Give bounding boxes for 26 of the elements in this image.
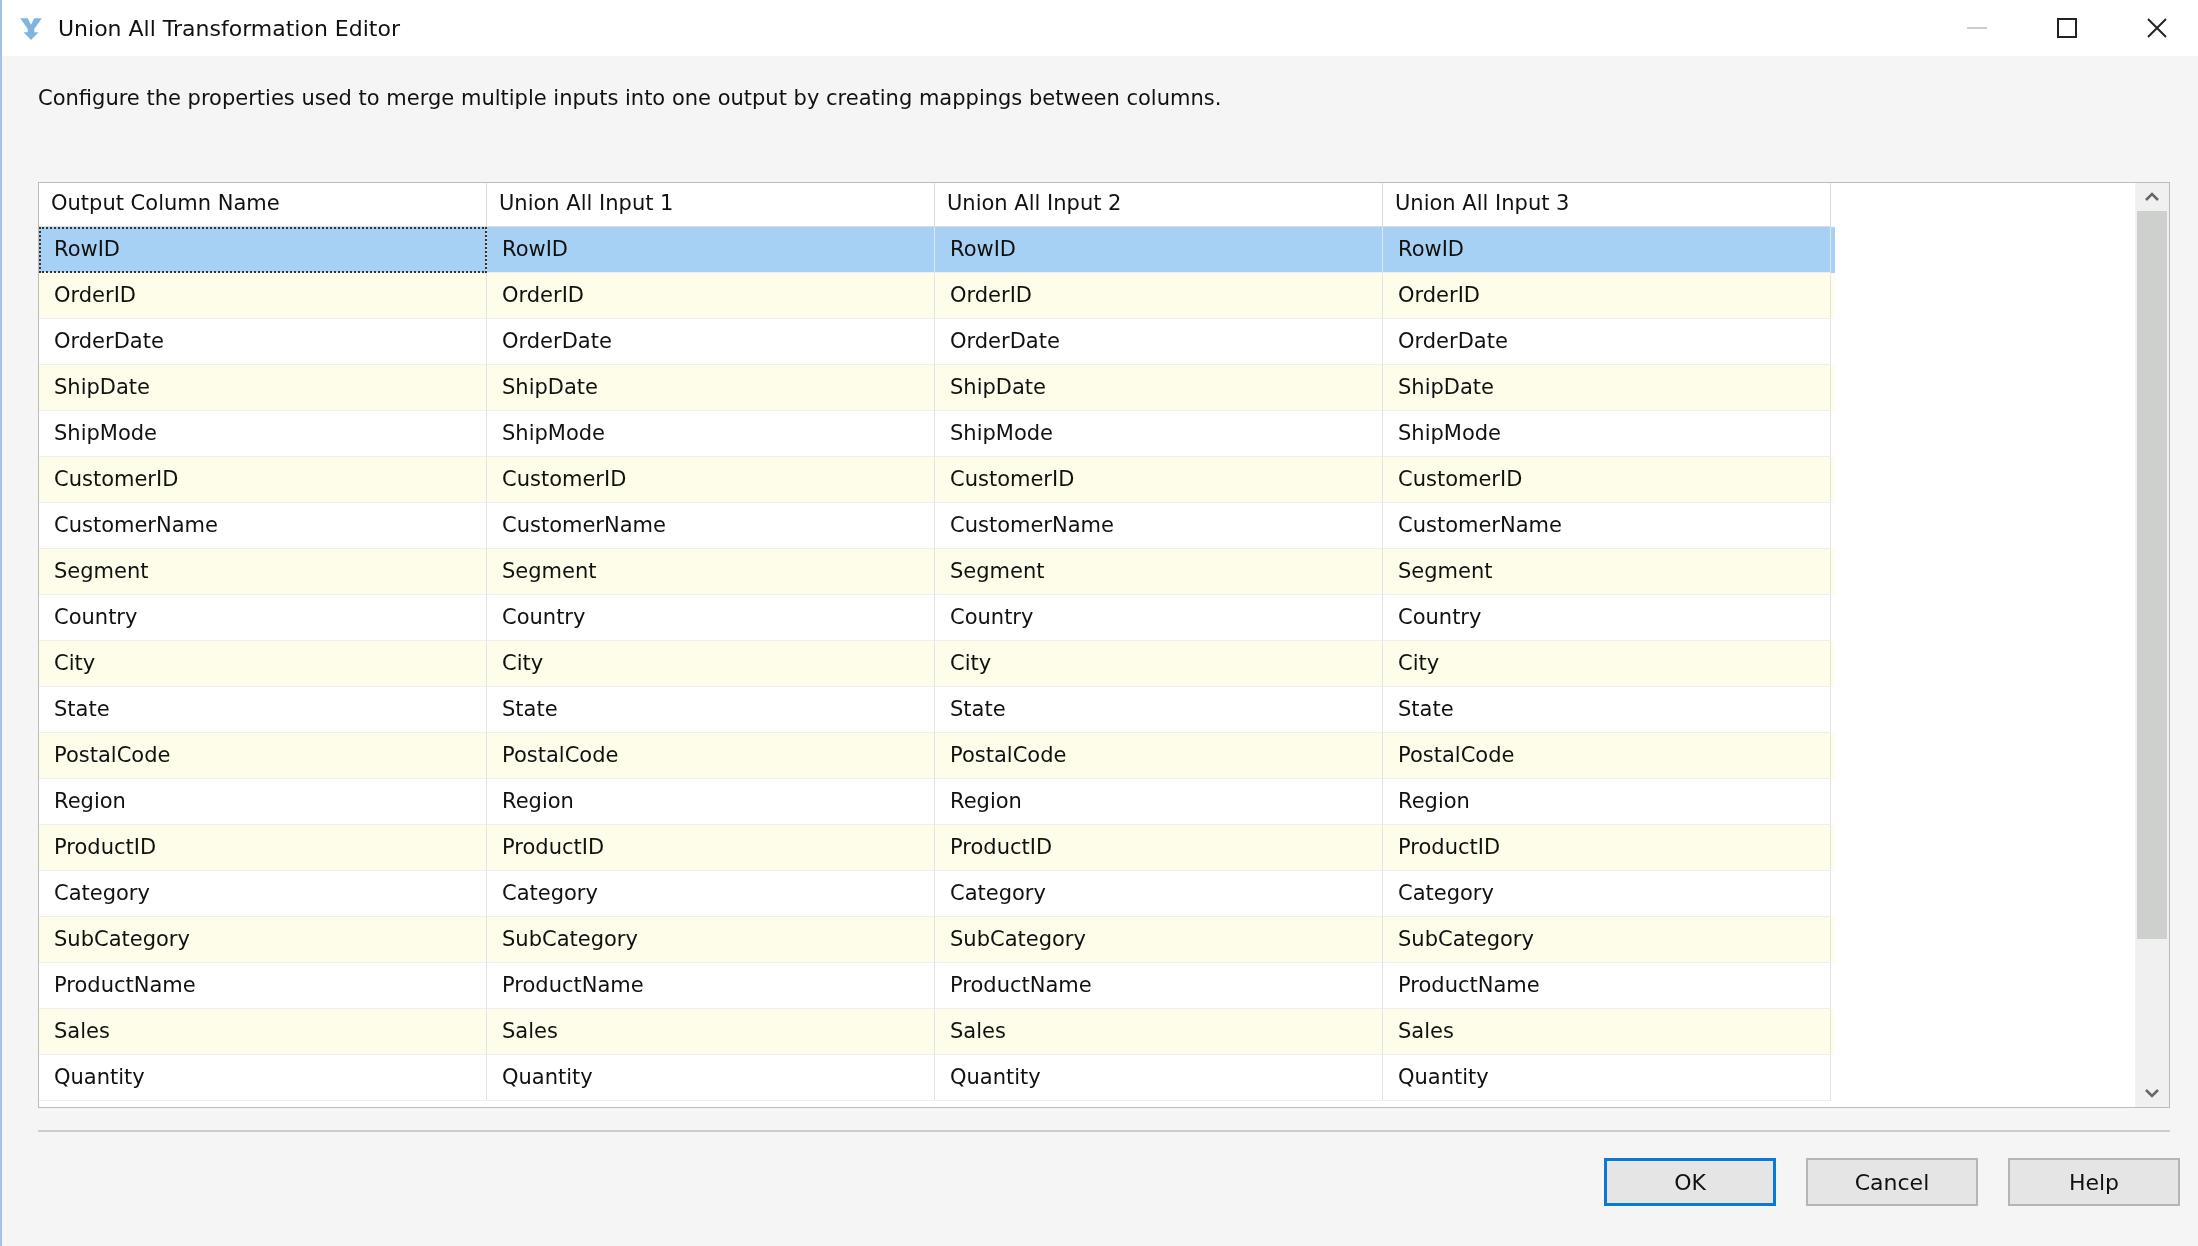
table-row[interactable]: SubCategory SubCategory SubCategory SubCategory bbox=[39, 917, 1835, 963]
scroll-down-icon[interactable] bbox=[2144, 1087, 2160, 1099]
table-cell: Quantity bbox=[1383, 1055, 1831, 1101]
table-row[interactable]: Segment Segment Segment Segment bbox=[39, 549, 1835, 595]
table-row[interactable]: CustomerID CustomerID CustomerID CustomerID bbox=[39, 457, 1835, 503]
table-row[interactable]: City City City City bbox=[39, 641, 1835, 687]
close-icon[interactable] bbox=[2146, 17, 2168, 39]
table-row[interactable]: OrderID OrderID OrderID OrderID bbox=[39, 273, 1835, 319]
dialog-button[interactable]: OK bbox=[1604, 1158, 1776, 1206]
table-row[interactable]: PostalCode PostalCode PostalCode PostalCode bbox=[39, 733, 1835, 779]
dialog-button[interactable]: Cancel bbox=[1806, 1158, 1978, 1206]
table-row[interactable]: ProductID ProductID ProductID ProductID bbox=[39, 825, 1835, 871]
table-cell: Quantity bbox=[487, 1055, 935, 1101]
table-cell: RowID bbox=[39, 227, 487, 273]
scroll-up-icon[interactable] bbox=[2144, 191, 2160, 203]
table-row[interactable]: ShipDate ShipDate ShipDate ShipDate bbox=[39, 365, 1835, 411]
app-icon bbox=[18, 15, 44, 41]
maximize-icon[interactable] bbox=[2056, 17, 2078, 39]
table-cell: Quantity bbox=[935, 1055, 1383, 1101]
description-text: Configure the properties used to merge multiple inputs into one output by creating mappings between columns. bbox=[38, 85, 1223, 112]
vertical-scrollbar[interactable] bbox=[2135, 183, 2169, 1107]
table-row[interactable]: RowID RowID RowID RowID bbox=[39, 227, 1835, 273]
table-cell: Quantity bbox=[39, 1055, 487, 1101]
table-row[interactable]: Sales Sales Sales Sales bbox=[39, 1009, 1835, 1055]
dialog-button[interactable]: Help bbox=[2008, 1158, 2180, 1206]
window-title: Union All Transformation Editor bbox=[58, 15, 400, 41]
